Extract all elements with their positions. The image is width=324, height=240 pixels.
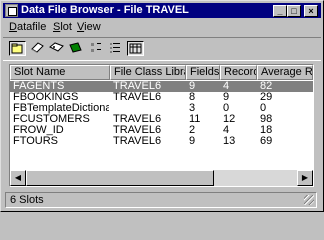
status-text: 6 Slots: [10, 194, 44, 206]
tag-icon: [49, 42, 64, 52]
cell-fields: 11: [189, 114, 201, 125]
cell-file-class-library: TRAVEL6: [113, 92, 162, 103]
list-view-icon: [110, 43, 120, 53]
cell-file-class-library: TRAVEL6: [113, 125, 162, 136]
cell-fields: 9: [189, 81, 196, 92]
cell-slot-name: FAGENTS: [13, 81, 65, 92]
small-icons-view-icon: [91, 43, 101, 52]
toolbar: [3, 37, 321, 61]
book-icon: [69, 42, 82, 53]
cell-slot-name: FBTemplateDictionary: [13, 103, 109, 114]
column-header-file-class-library[interactable]: File Class Library: [110, 65, 186, 80]
resize-grip-icon[interactable]: [304, 195, 314, 205]
close-button[interactable]: ×: [304, 5, 318, 17]
column-header-fields[interactable]: Fields: [186, 65, 220, 80]
window-title: Data File Browser - File TRAVEL: [21, 4, 189, 16]
column-header-average-record[interactable]: Average Record: [257, 65, 313, 80]
column-header-records[interactable]: Records: [220, 65, 257, 80]
column-header-slot-name[interactable]: Slot Name: [10, 65, 110, 80]
title-bar[interactable]: Data File Browser - File TRAVEL _ □ ×: [3, 3, 321, 18]
tag-button[interactable]: [49, 41, 66, 56]
open-file-icon: [11, 43, 23, 54]
cell-average-record: 98: [260, 114, 273, 125]
cell-fields: 3: [189, 103, 196, 114]
cell-fields: 9: [189, 136, 196, 147]
book-button[interactable]: [68, 41, 85, 56]
table-row[interactable]: FAGENTS TRAVEL6 9 4 82: [10, 81, 313, 92]
cell-file-class-library: TRAVEL6: [113, 81, 162, 92]
horizontal-scrollbar[interactable]: ◀ ▶: [10, 170, 313, 186]
cell-records: 9: [223, 92, 230, 103]
cell-average-record: 0: [260, 103, 267, 114]
menu-view[interactable]: View: [77, 21, 101, 33]
eraser-button[interactable]: [30, 41, 47, 56]
cell-file-class-library: TRAVEL6: [113, 114, 162, 125]
cell-file-class-library: TRAVEL6: [113, 136, 162, 147]
table-row[interactable]: FROW_ID TRAVEL6 2 4 18: [10, 125, 313, 136]
cell-records: 4: [223, 81, 230, 92]
cell-slot-name: FCUSTOMERS: [13, 114, 90, 125]
cell-slot-name: FTOURS: [13, 136, 59, 147]
cell-records: 13: [223, 136, 236, 147]
cell-slot-name: FBOOKINGS: [13, 92, 79, 103]
app-icon[interactable]: [5, 4, 18, 17]
menu-datafile[interactable]: Datafile: [9, 21, 46, 33]
cell-records: 0: [223, 103, 230, 114]
scroll-left-button[interactable]: ◀: [10, 170, 26, 186]
details-view-icon: [129, 43, 142, 54]
cell-records: 4: [223, 125, 230, 136]
list-view-button[interactable]: [108, 41, 125, 56]
scroll-thumb[interactable]: [26, 170, 214, 186]
menu-bar: Datafile Slot View: [3, 19, 321, 36]
cell-average-record: 18: [260, 125, 273, 136]
table-row[interactable]: FBTemplateDictionary 3 0 0: [10, 103, 313, 114]
table-row[interactable]: FBOOKINGS TRAVEL6 8 9 29: [10, 92, 313, 103]
table-row[interactable]: FCUSTOMERS TRAVEL6 11 12 98: [10, 114, 313, 125]
eraser-icon: [31, 42, 44, 53]
minimize-button[interactable]: _: [273, 5, 287, 17]
small-icons-view-button[interactable]: [89, 41, 106, 56]
table-row[interactable]: FTOURS TRAVEL6 9 13 69: [10, 136, 313, 147]
cell-fields: 2: [189, 125, 196, 136]
details-view-button[interactable]: [127, 41, 144, 56]
cell-fields: 8: [189, 92, 196, 103]
slot-list[interactable]: Slot Name File Class Library Fields Reco…: [9, 64, 314, 187]
maximize-button[interactable]: □: [287, 5, 301, 17]
status-bar: 6 Slots: [5, 192, 317, 208]
menu-slot[interactable]: Slot: [53, 21, 72, 33]
cell-records: 12: [223, 114, 236, 125]
data-file-browser-window: Data File Browser - File TRAVEL _ □ × Da…: [0, 0, 324, 212]
cell-slot-name: FROW_ID: [13, 125, 64, 136]
cell-average-record: 82: [260, 81, 273, 92]
open-file-button[interactable]: [9, 41, 26, 56]
cell-average-record: 69: [260, 136, 273, 147]
cell-average-record: 29: [260, 92, 273, 103]
scroll-right-button[interactable]: ▶: [297, 170, 313, 186]
